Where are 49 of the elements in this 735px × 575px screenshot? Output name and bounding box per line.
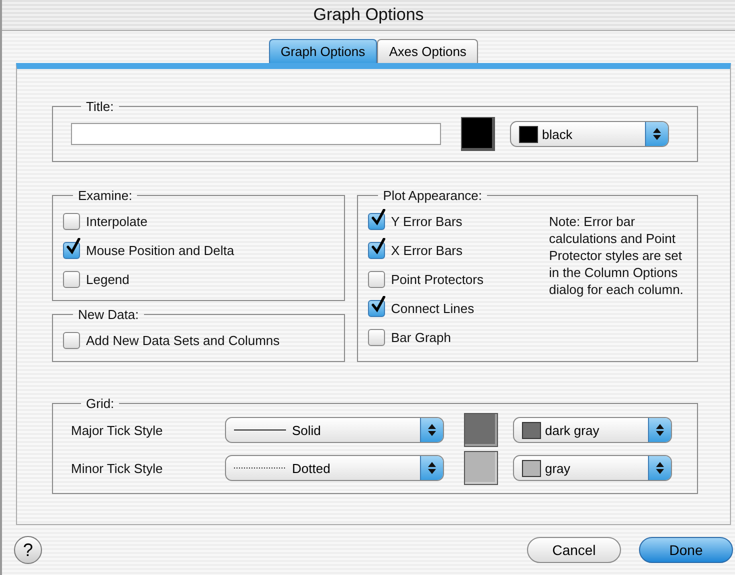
check-icon (65, 238, 81, 256)
window-title: Graph Options (313, 5, 424, 25)
checkbox-label: Mouse Position and Delta (86, 243, 234, 258)
color-popup[interactable]: gray (513, 455, 672, 481)
checkbox[interactable] (368, 271, 385, 288)
checkbox-label: Bar Graph (391, 330, 451, 345)
updown-arrows-icon (653, 128, 661, 140)
group-label: Plot Appearance: (382, 188, 484, 203)
group-label: New Data: (77, 307, 140, 322)
checkbox-label: Legend (86, 272, 130, 287)
checkbox[interactable] (63, 332, 80, 349)
line-style-popup[interactable]: Dotted (225, 455, 444, 481)
tab[interactable]: Graph Options (268, 39, 378, 63)
group-label: Title: (85, 99, 115, 114)
group-label: Grid: (85, 396, 116, 411)
color-popup[interactable]: dark gray (513, 417, 672, 443)
updown-arrows-icon (656, 424, 664, 436)
help-button[interactable]: ? (14, 536, 42, 564)
checkbox-label: Y Error Bars (391, 214, 462, 229)
group-label: Examine: (77, 188, 134, 203)
row-label: Major Tick Style (71, 422, 164, 438)
checkbox-label: Add New Data Sets and Columns (86, 333, 280, 348)
checkbox[interactable] (63, 213, 80, 230)
updown-arrows-icon (428, 424, 436, 436)
checkbox-label: X Error Bars (391, 243, 463, 258)
check-icon (370, 238, 386, 256)
tab[interactable]: Axes Options (377, 39, 478, 63)
color-swatch-icon (522, 460, 541, 476)
checkbox-label: Point Protectors (391, 272, 484, 287)
default-button[interactable]: Done (639, 537, 733, 563)
title-input-field[interactable] (71, 123, 441, 145)
color-well[interactable] (461, 117, 495, 151)
line-style-popup[interactable]: Solid (225, 417, 444, 443)
color-swatch-icon (522, 422, 541, 438)
check-icon (370, 296, 386, 314)
checkbox[interactable] (63, 271, 80, 288)
updown-arrows-icon (428, 462, 436, 474)
checkbox[interactable] (368, 329, 385, 346)
color-well[interactable] (464, 451, 498, 485)
checkbox-label: Interpolate (86, 214, 148, 229)
checkbox-label: Connect Lines (391, 301, 474, 316)
color-swatch-icon (519, 126, 538, 142)
updown-arrows-icon (656, 462, 664, 474)
note-text: Note: Error bar calculations and Point Protector styles are set in the Column Options dialog for each column. (549, 213, 684, 299)
push-button[interactable]: Cancel (527, 537, 621, 563)
row-label: Minor Tick Style (71, 460, 164, 476)
color-popup[interactable]: black (510, 121, 669, 147)
color-well[interactable] (464, 413, 498, 447)
check-icon (370, 209, 386, 227)
